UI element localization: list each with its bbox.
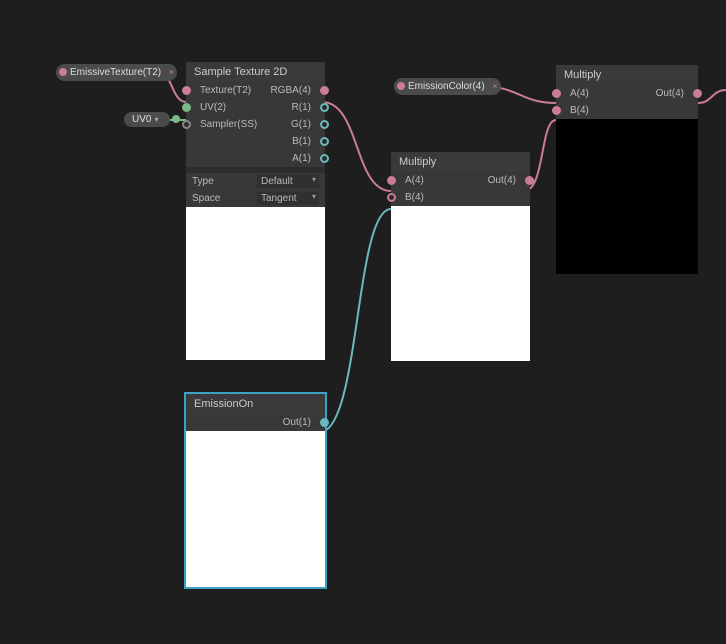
output-port-out[interactable] [693,89,702,98]
port-label: Sampler(SS) [186,119,257,130]
output-port-r[interactable] [320,103,329,112]
property-label: Space [192,193,257,204]
input-port-uv[interactable] [182,103,191,112]
node-title: Multiply [556,65,698,85]
property-row-space: Space Tangent [186,190,325,207]
dropdown-type[interactable]: Default [257,175,319,188]
port-label: G(1) [257,119,325,130]
port-label: RGBA(4) [256,85,326,96]
port-label: A(4) [391,175,461,186]
node-preview [391,206,530,361]
chip-label: UV0 [132,114,151,125]
chip-label: EmissionColor(4) [408,81,485,92]
property-chip-emission-color[interactable]: EmissionColor(4) × [394,78,501,95]
node-preview [556,119,698,274]
input-port-texture[interactable] [182,86,191,95]
port-label: B(1) [256,136,326,147]
output-port-out[interactable] [320,418,329,427]
node-title: Multiply [391,152,530,172]
output-port-g[interactable] [320,120,329,129]
port-label: A(4) [556,88,627,99]
input-port-sampler[interactable] [182,120,191,129]
close-icon[interactable]: × [492,81,497,91]
port-icon [397,82,405,90]
node-sample-texture-2d[interactable]: Sample Texture 2D Texture(T2) RGBA(4) UV… [186,62,325,360]
node-title: Sample Texture 2D [186,62,325,82]
dropdown-space[interactable]: Tangent [257,192,319,205]
node-preview [186,207,325,360]
port-label: Texture(T2) [186,85,256,96]
input-port-a[interactable] [552,89,561,98]
port-icon [172,115,180,123]
property-chip-emissive-texture[interactable]: EmissiveTexture(T2) × [56,64,177,81]
property-chip-uv0[interactable]: UV0 [124,112,170,127]
node-preview [186,431,325,587]
port-label: Out(4) [461,175,531,186]
port-label: UV(2) [186,102,256,113]
port-label: R(1) [256,102,326,113]
close-icon[interactable]: × [169,67,174,77]
node-title: EmissionOn [186,394,325,414]
output-port-a[interactable] [320,154,329,163]
chip-label: EmissiveTexture(T2) [70,67,161,78]
output-port-rgba[interactable] [320,86,329,95]
output-port-out[interactable] [525,176,534,185]
port-label: B(4) [556,105,698,116]
property-row-type: Type Default [186,173,325,190]
port-label: A(1) [256,153,326,164]
node-emission-on[interactable]: EmissionOn Out(1) [186,394,325,587]
port-label: B(4) [391,192,530,203]
port-icon [59,68,67,76]
input-port-b[interactable] [387,193,396,202]
property-label: Type [192,176,257,187]
input-port-a[interactable] [387,176,396,185]
port-label: Out(1) [186,417,325,428]
node-multiply-1[interactable]: Multiply A(4) Out(4) B(4) [391,152,530,361]
node-multiply-2[interactable]: Multiply A(4) Out(4) B(4) [556,65,698,274]
port-label: Out(4) [627,88,698,99]
input-port-b[interactable] [552,106,561,115]
output-port-b[interactable] [320,137,329,146]
